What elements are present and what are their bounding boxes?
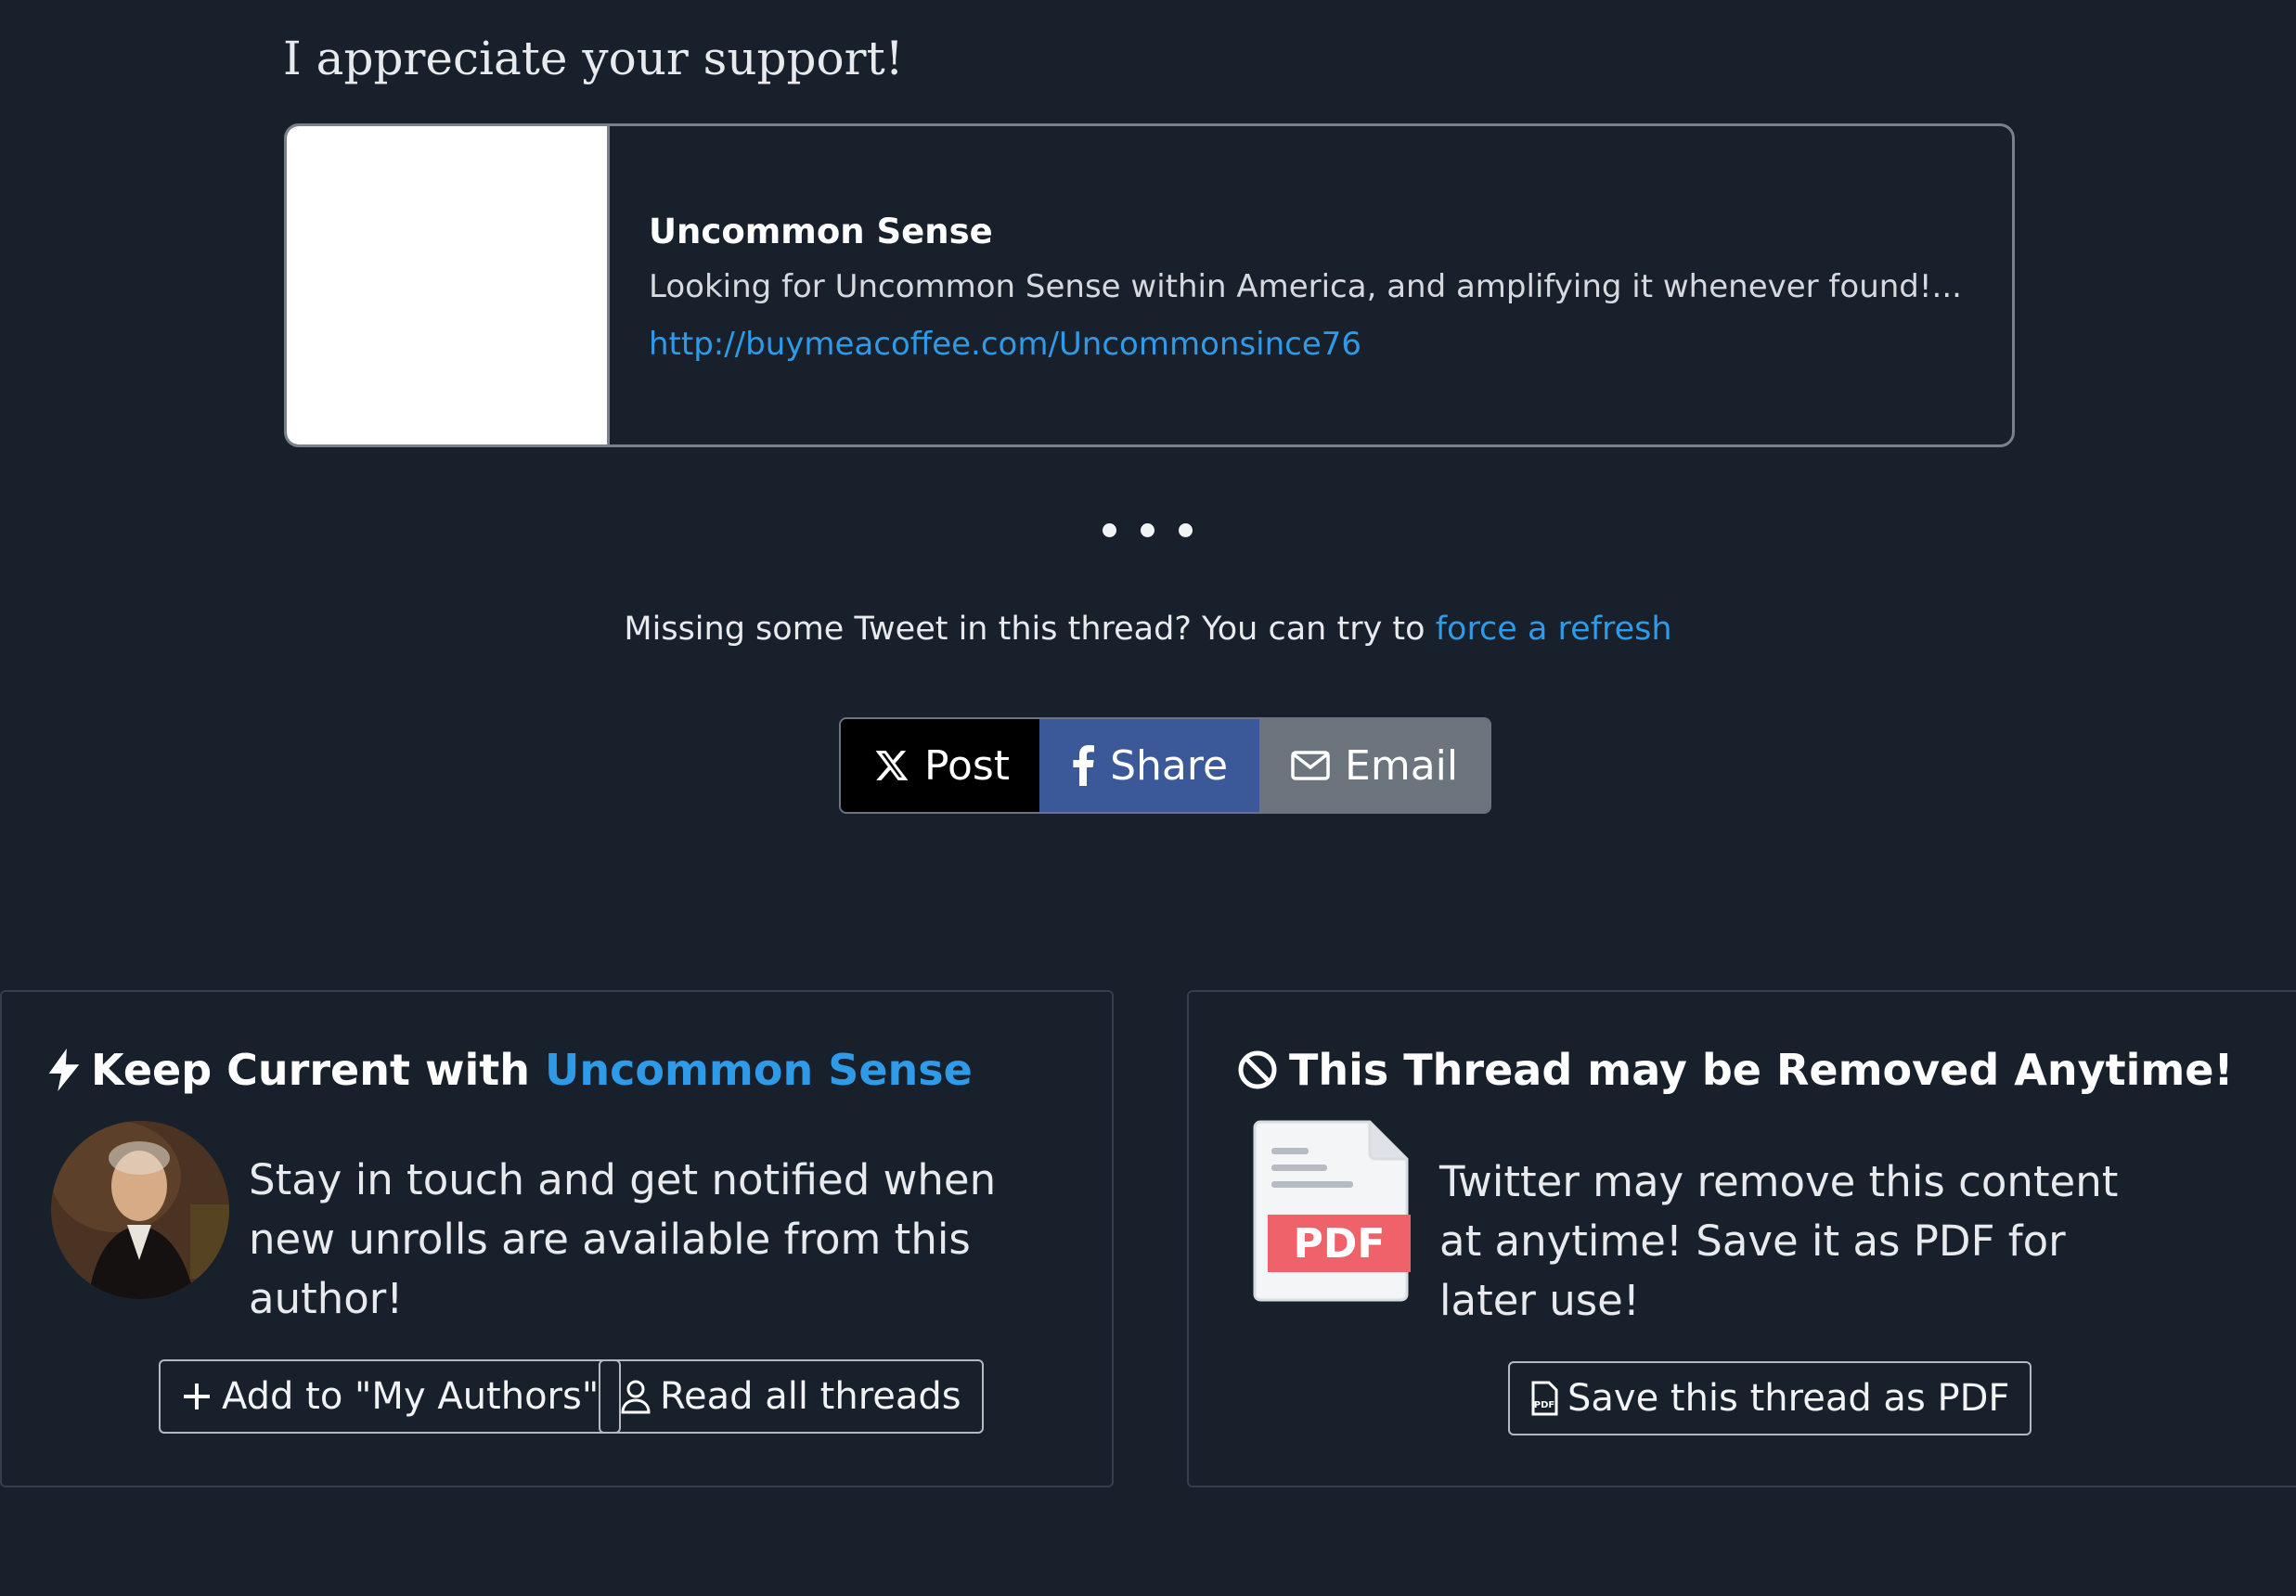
link-preview-card[interactable]: Uncommon Sense Looking for Uncommon Sens… xyxy=(284,123,2015,447)
add-to-my-authors-button[interactable]: Add to "My Authors" xyxy=(159,1359,622,1434)
facebook-share-button[interactable]: Share xyxy=(1039,719,1260,812)
read-threads-label: Read all threads xyxy=(660,1375,961,1418)
removal-text: Twitter may remove this content at anyti… xyxy=(1439,1157,2119,1325)
save-as-pdf-button[interactable]: PDF Save this thread as PDF xyxy=(1508,1361,2032,1435)
facebook-icon xyxy=(1073,745,1095,786)
keep-current-prefix: Keep Current with xyxy=(91,1045,546,1095)
x-logo-icon xyxy=(875,751,909,780)
preview-body: Uncommon Sense Looking for Uncommon Sens… xyxy=(610,126,1962,444)
post-button[interactable]: Post xyxy=(841,719,1040,812)
pdf-badge: PDF xyxy=(1293,1219,1386,1268)
email-button[interactable]: Email xyxy=(1259,719,1490,812)
preview-thumbnail xyxy=(287,126,610,444)
missing-text: Missing some Tweet in this thread? You c… xyxy=(624,611,1436,648)
preview-url-link[interactable]: http://buymeacoffee.com/Uncommonsince76 xyxy=(649,326,1962,363)
ban-icon xyxy=(1238,1050,1277,1089)
more-dots-icon xyxy=(1103,523,1193,537)
save-pdf-label: Save this thread as PDF xyxy=(1567,1377,2010,1420)
keep-current-title: Keep Current with Uncommon Sense xyxy=(48,1045,973,1095)
read-all-threads-button[interactable]: Read all threads xyxy=(599,1359,984,1434)
preview-title: Uncommon Sense xyxy=(649,212,993,251)
keep-current-text: Stay in touch and get notified when new … xyxy=(249,1155,997,1323)
missing-tweet-notice: Missing some Tweet in this thread? You c… xyxy=(0,611,2296,648)
svg-text:PDF: PDF xyxy=(1534,1400,1554,1410)
force-refresh-link[interactable]: force a refresh xyxy=(1436,611,1672,648)
envelope-icon xyxy=(1291,751,1330,780)
share-button-group: Post Share Email xyxy=(839,717,1492,814)
plus-icon xyxy=(184,1384,210,1409)
pdf-file-icon: PDF xyxy=(1251,1118,1411,1302)
lightning-icon xyxy=(48,1049,80,1091)
author-link[interactable]: Uncommon Sense xyxy=(545,1045,973,1095)
removal-title: This Thread may be Removed Anytime! xyxy=(1237,1045,2233,1095)
post-label: Post xyxy=(924,741,1011,790)
person-icon xyxy=(621,1380,651,1414)
dot xyxy=(1141,523,1154,537)
removal-title-text: This Thread may be Removed Anytime! xyxy=(1289,1045,2234,1095)
author-avatar xyxy=(51,1121,229,1299)
share-label: Share xyxy=(1110,741,1229,790)
email-label: Email xyxy=(1345,741,1459,790)
add-authors-label: Add to "My Authors" xyxy=(222,1375,600,1418)
pdf-small-icon: PDF xyxy=(1531,1381,1558,1416)
dot xyxy=(1179,523,1193,537)
support-heading: I appreciate your support! xyxy=(283,32,904,85)
dot xyxy=(1103,523,1116,537)
preview-description: Looking for Uncommon Sense within Americ… xyxy=(649,268,1962,305)
portrait-image xyxy=(51,1121,229,1299)
